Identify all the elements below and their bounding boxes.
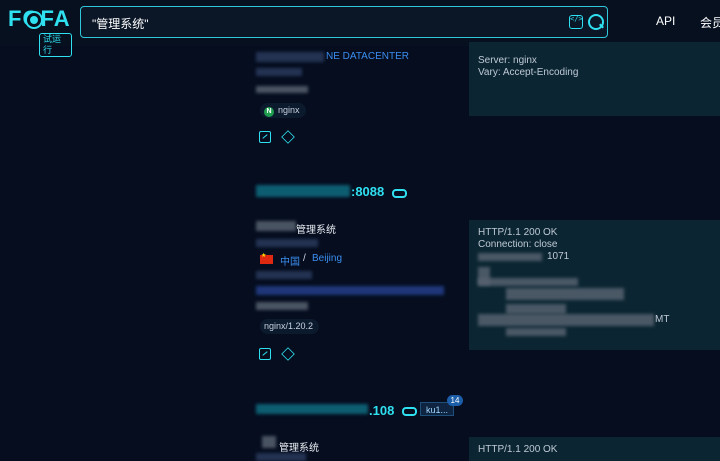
redacted-text xyxy=(256,286,444,295)
page-title: 管理系统 xyxy=(279,443,319,454)
response-line: Vary: Accept-Encoding xyxy=(478,67,579,78)
redacted-text xyxy=(506,328,566,336)
cube-icon[interactable] xyxy=(281,347,295,361)
country-link[interactable]: 中国 xyxy=(280,253,300,268)
tag-count-badge: 14 xyxy=(447,395,463,406)
flag-icon xyxy=(260,252,273,264)
response-line: MT xyxy=(655,314,670,325)
nav-member-link[interactable]: 会员 xyxy=(700,14,720,31)
redacted-host xyxy=(256,185,350,197)
host-port[interactable]: :8088 xyxy=(351,184,384,199)
response-panel-2: HTTP/1.1 200 OK Connection: close 1071 M… xyxy=(469,220,720,350)
redacted-text xyxy=(478,278,578,286)
redacted-text xyxy=(256,271,312,279)
link-icon[interactable] xyxy=(392,189,407,198)
response-line: HTTP/1.1 200 OK xyxy=(478,444,558,455)
redacted-text xyxy=(256,68,302,76)
code-icon[interactable] xyxy=(259,348,271,360)
redacted-text xyxy=(256,302,308,310)
response-panel-3: HTTP/1.1 200 OK xyxy=(469,437,720,461)
redacted-text xyxy=(256,221,296,231)
response-panel-1: Server: nginx Vary: Accept-Encoding xyxy=(469,42,720,116)
redacted-text xyxy=(478,314,654,326)
redacted-text xyxy=(256,86,308,93)
redacted-host xyxy=(256,404,368,414)
host-ip[interactable]: .108 xyxy=(369,403,394,418)
fofa-logo[interactable]: FOFA 试运行 xyxy=(8,6,72,57)
logo-ring-icon xyxy=(25,11,43,29)
code-icon[interactable] xyxy=(259,131,271,143)
cube-icon[interactable] xyxy=(281,130,295,144)
link-icon[interactable] xyxy=(402,407,417,416)
response-line: Connection: close xyxy=(478,239,558,250)
location-separator: / xyxy=(303,253,306,264)
trial-badge: 试运行 xyxy=(39,33,72,57)
redacted-text xyxy=(256,239,318,247)
redacted-text xyxy=(506,304,566,314)
city-link[interactable]: Beijing xyxy=(312,253,342,264)
search-icon[interactable] xyxy=(588,14,604,30)
redacted-text xyxy=(506,288,624,300)
page-title: 管理系统 xyxy=(296,225,336,236)
tag-nginx[interactable]: Nnginx xyxy=(260,103,306,118)
nav-api-link[interactable]: API xyxy=(656,14,675,28)
org-link[interactable]: NE DATACENTER xyxy=(326,51,409,62)
search-query: "管理系统" xyxy=(92,17,149,31)
code-syntax-icon[interactable] xyxy=(569,15,583,29)
redacted-text xyxy=(262,436,276,448)
response-line: HTTP/1.1 200 OK xyxy=(478,227,558,238)
response-line: Server: nginx xyxy=(478,55,537,66)
search-input[interactable]: "管理系统" xyxy=(80,6,608,38)
redacted-text xyxy=(478,253,542,261)
tag-label: nginx/1.20.2 xyxy=(264,321,314,331)
tag-nginx-version[interactable]: nginx/1.20.2 xyxy=(260,319,320,334)
redacted-ip xyxy=(256,52,324,62)
redacted-text xyxy=(256,453,306,461)
nginx-icon: N xyxy=(264,107,274,117)
top-bar: FOFA 试运行 "管理系统" API 会员 xyxy=(0,0,720,57)
tag-label: nginx xyxy=(278,105,300,115)
response-line: 1071 xyxy=(547,251,570,262)
